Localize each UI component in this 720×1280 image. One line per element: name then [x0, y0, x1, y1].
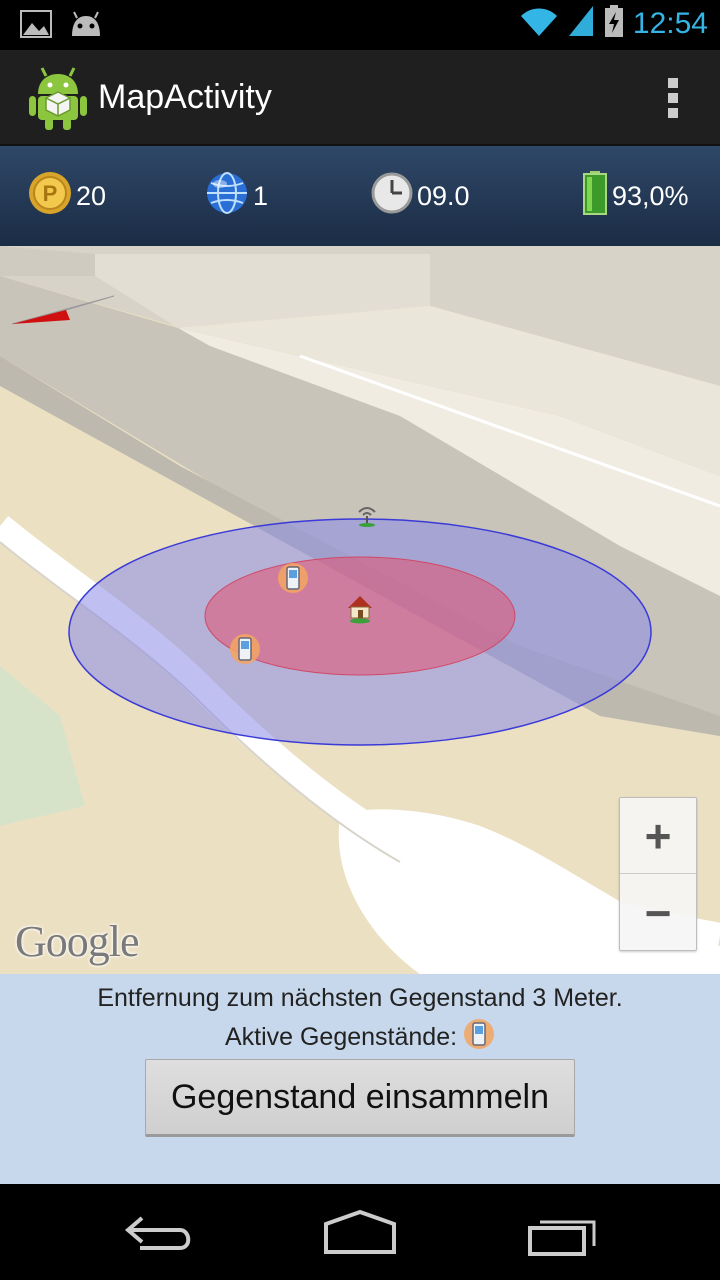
back-icon[interactable]	[120, 1208, 200, 1258]
time-stat: 09.0	[371, 172, 470, 220]
zoom-out-label: −	[644, 887, 672, 939]
distance-text: Entfernung zum nächsten Gegenstand 3 Met…	[97, 984, 623, 1012]
battery-stat: 93,0%	[582, 170, 689, 222]
world-stat: 1	[205, 171, 269, 222]
zoom-in-label: +	[644, 809, 672, 862]
collect-item-button[interactable]: Gegenstand einsammeln	[145, 1059, 575, 1137]
signal-icon	[567, 4, 595, 43]
overflow-menu-icon[interactable]	[666, 76, 680, 120]
stats-bar: P 20 1 09.0 93,0%	[0, 146, 720, 246]
phone-marker-icon	[463, 1018, 495, 1057]
home-icon[interactable]	[320, 1208, 400, 1258]
battery-value: 93,0%	[612, 180, 689, 211]
active-items-label: Aktive Gegenstände:	[224, 1023, 458, 1051]
google-attribution: Google	[15, 917, 140, 966]
active-items-row: Aktive Gegenstände:	[0, 1018, 720, 1057]
globe-icon	[205, 171, 249, 222]
app-logo-icon[interactable]	[28, 66, 88, 130]
zoom-out-button[interactable]: −	[620, 875, 696, 951]
world-value: 1	[253, 180, 269, 211]
map-view[interactable]: + − Google	[0, 246, 720, 974]
points-value: 20	[76, 180, 107, 211]
zoom-controls: + −	[619, 797, 697, 951]
battery-icon	[582, 170, 608, 222]
coin-icon: P	[28, 171, 72, 222]
status-bar: 12:54	[0, 0, 720, 50]
clock-icon	[371, 172, 413, 221]
status-clock: 12:54	[632, 6, 708, 40]
recent-apps-icon[interactable]	[524, 1208, 604, 1258]
svg-text:P: P	[43, 181, 58, 206]
navigation-bar	[0, 1184, 720, 1280]
battery-charging-icon	[603, 4, 625, 43]
gallery-notification-icon	[20, 9, 52, 44]
app-title: MapActivity	[98, 78, 272, 116]
points-stat: P 20	[28, 171, 107, 222]
zoom-in-button[interactable]: +	[620, 798, 696, 874]
time-value: 09.0	[417, 180, 470, 211]
wifi-icon	[519, 4, 559, 43]
android-notification-icon	[68, 10, 104, 43]
action-bar: MapActivity	[0, 50, 720, 146]
info-panel: Entfernung zum nächsten Gegenstand 3 Met…	[0, 974, 720, 1184]
